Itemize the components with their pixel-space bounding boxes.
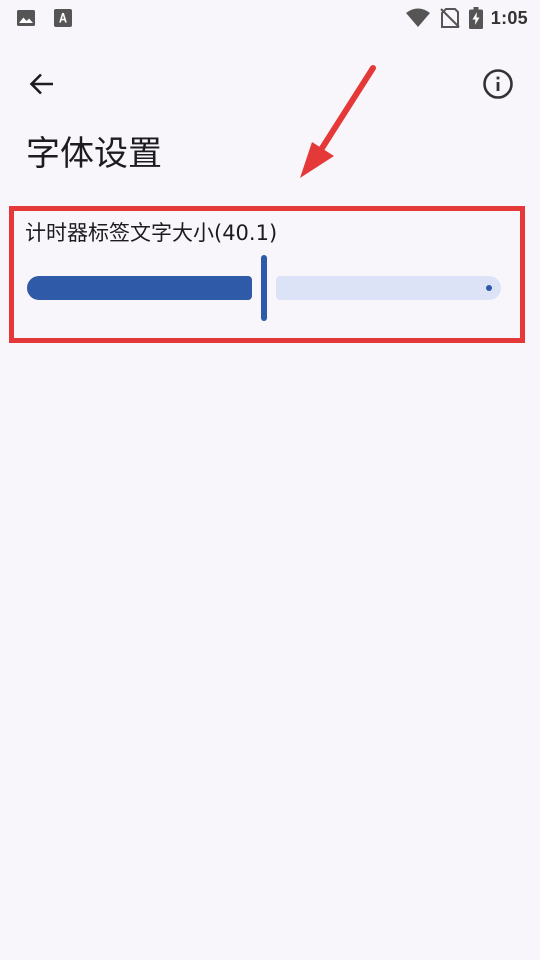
info-button[interactable]: [476, 62, 520, 106]
slider-thumb[interactable]: [261, 255, 267, 321]
no-sim-icon: [440, 8, 460, 28]
slider-inactive-track: [276, 276, 501, 300]
annotation-arrow: [300, 65, 376, 178]
wifi-icon: [405, 8, 430, 27]
font-size-slider[interactable]: [27, 255, 501, 321]
slider-stop-indicator: [486, 285, 492, 291]
page-title: 字体设置: [26, 134, 162, 174]
timer-label-size-label: 计时器标签文字大小(40.1): [25, 221, 278, 245]
font-download-icon: [54, 9, 72, 27]
back-button[interactable]: [20, 62, 64, 106]
slider-active-track: [27, 276, 252, 300]
image-icon: [17, 10, 35, 26]
battery-charging-icon: [468, 7, 483, 29]
status-bar: 1:05: [0, 0, 540, 36]
status-time: 1:05: [490, 7, 528, 28]
arrow-back-icon: [29, 73, 53, 95]
info-icon: [483, 69, 513, 99]
